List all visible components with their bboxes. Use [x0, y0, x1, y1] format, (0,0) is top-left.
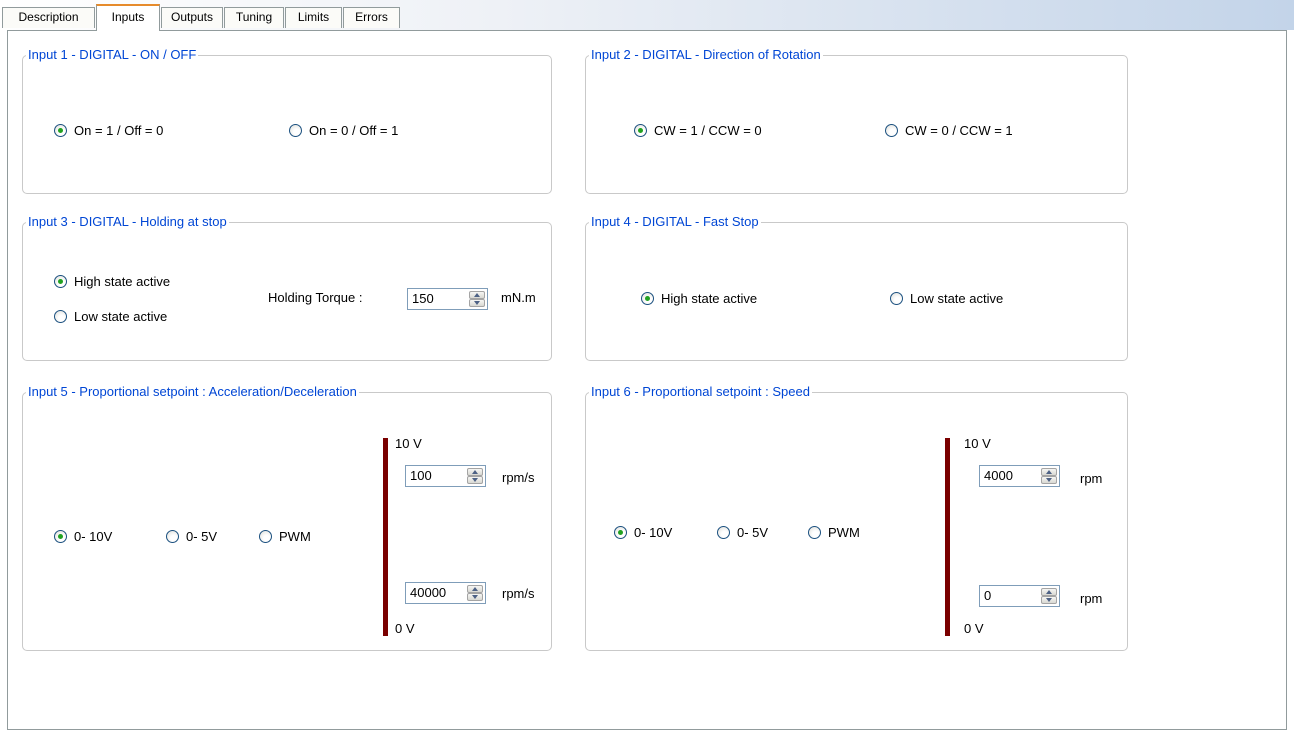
tab-outputs[interactable]: Outputs — [161, 7, 223, 28]
tab-strip: Description Inputs Outputs Tuning Limits… — [0, 0, 1294, 31]
input1-option-label: On = 0 / Off = 1 — [309, 123, 399, 138]
input5-high-value-spinbox[interactable]: 100 — [405, 465, 486, 487]
input5-low-value-spinbox[interactable]: 40000 — [405, 582, 486, 604]
radio-checked-icon — [54, 124, 67, 137]
input5-top-voltage: 10 V — [395, 436, 422, 451]
input6-high-value: 4000 — [984, 468, 1013, 483]
input2-title: Input 2 - DIGITAL - Direction of Rotatio… — [589, 47, 823, 63]
holding-torque-label: Holding Torque : — [268, 290, 363, 305]
input6-title: Input 6 - Proportional setpoint : Speed — [589, 384, 812, 400]
input5-title: Input 5 - Proportional setpoint : Accele… — [26, 384, 359, 400]
input6-option-label: 0- 10V — [634, 525, 673, 540]
input3-group: Input 3 - DIGITAL - Holding at stop High… — [22, 214, 552, 361]
input4-group: Input 4 - DIGITAL - Fast Stop High state… — [585, 214, 1128, 361]
input6-low-value: 0 — [984, 588, 992, 603]
spin-up-icon[interactable] — [1041, 468, 1057, 476]
input5-low-unit: rpm/s — [502, 586, 535, 601]
input6-bottom-voltage: 0 V — [964, 621, 984, 636]
radio-unchecked-icon — [166, 530, 179, 543]
input4-option-low[interactable]: Low state active — [890, 291, 1003, 306]
radio-checked-icon — [54, 530, 67, 543]
input6-option-label: PWM — [828, 525, 860, 540]
input4-option-label: Low state active — [910, 291, 1004, 306]
input6-option-0-5v[interactable]: 0- 5V — [717, 525, 768, 540]
input3-option-label: High state active — [74, 274, 171, 289]
radio-unchecked-icon — [289, 124, 302, 137]
radio-checked-icon — [54, 275, 67, 288]
radio-checked-icon — [634, 124, 647, 137]
input3-option-low[interactable]: Low state active — [54, 309, 167, 324]
tab-inputs[interactable]: Inputs — [96, 4, 160, 31]
spin-down-icon[interactable] — [1041, 476, 1057, 484]
holding-torque-value: 150 — [412, 291, 434, 306]
input1-option-on1-off0[interactable]: On = 1 / Off = 0 — [54, 123, 163, 138]
tab-limits[interactable]: Limits — [285, 7, 342, 28]
input5-high-value: 100 — [410, 468, 432, 483]
input6-option-label: 0- 5V — [737, 525, 769, 540]
spin-buttons — [467, 585, 483, 601]
radio-unchecked-icon — [808, 526, 821, 539]
holding-torque-unit: mN.m — [501, 290, 536, 305]
input2-option-cw0[interactable]: CW = 0 / CCW = 1 — [885, 123, 1013, 138]
radio-checked-icon — [614, 526, 627, 539]
input6-high-unit: rpm — [1080, 471, 1103, 486]
holding-torque-spinbox[interactable]: 150 — [407, 288, 488, 310]
input2-option-label: CW = 1 / CCW = 0 — [654, 123, 762, 138]
spin-up-icon[interactable] — [467, 585, 483, 593]
spin-up-icon[interactable] — [469, 291, 485, 299]
input6-option-0-10v[interactable]: 0- 10V — [614, 525, 672, 540]
input5-option-pwm[interactable]: PWM — [259, 529, 311, 544]
spin-down-icon[interactable] — [1041, 596, 1057, 604]
input4-title: Input 4 - DIGITAL - Fast Stop — [589, 214, 761, 230]
radio-unchecked-icon — [890, 292, 903, 305]
input3-title: Input 3 - DIGITAL - Holding at stop — [26, 214, 229, 230]
spin-buttons — [469, 291, 485, 307]
radio-unchecked-icon — [885, 124, 898, 137]
input1-title: Input 1 - DIGITAL - ON / OFF — [26, 47, 199, 63]
input5-option-label: 0- 10V — [74, 529, 113, 544]
spin-buttons — [467, 468, 483, 484]
radio-unchecked-icon — [54, 310, 67, 323]
spin-down-icon[interactable] — [467, 476, 483, 484]
input5-bottom-voltage: 0 V — [395, 621, 415, 636]
input6-group: Input 6 - Proportional setpoint : Speed … — [585, 384, 1128, 651]
voltage-scale-bar — [945, 438, 950, 636]
voltage-scale-bar — [383, 438, 388, 636]
radio-checked-icon — [641, 292, 654, 305]
tab-errors[interactable]: Errors — [343, 7, 400, 28]
input5-option-0-5v[interactable]: 0- 5V — [166, 529, 217, 544]
spin-buttons — [1041, 468, 1057, 484]
input5-option-label: PWM — [279, 529, 311, 544]
spin-down-icon[interactable] — [469, 299, 485, 307]
input5-high-unit: rpm/s — [502, 470, 535, 485]
spin-buttons — [1041, 588, 1057, 604]
input6-option-pwm[interactable]: PWM — [808, 525, 860, 540]
radio-unchecked-icon — [259, 530, 272, 543]
spin-down-icon[interactable] — [467, 593, 483, 601]
input5-low-value: 40000 — [410, 585, 447, 600]
spin-up-icon[interactable] — [467, 468, 483, 476]
input1-group: Input 1 - DIGITAL - ON / OFF On = 1 / Of… — [22, 47, 552, 194]
input5-group: Input 5 - Proportional setpoint : Accele… — [22, 384, 552, 651]
input5-option-0-10v[interactable]: 0- 10V — [54, 529, 112, 544]
input3-option-label: Low state active — [74, 309, 168, 324]
input1-option-label: On = 1 / Off = 0 — [74, 123, 164, 138]
input6-high-value-spinbox[interactable]: 4000 — [979, 465, 1060, 487]
spin-up-icon[interactable] — [1041, 588, 1057, 596]
input6-top-voltage: 10 V — [964, 436, 991, 451]
input2-group: Input 2 - DIGITAL - Direction of Rotatio… — [585, 47, 1128, 194]
input2-option-label: CW = 0 / CCW = 1 — [905, 123, 1013, 138]
input5-option-label: 0- 5V — [186, 529, 218, 544]
input4-option-high[interactable]: High state active — [641, 291, 757, 306]
tab-tuning[interactable]: Tuning — [224, 7, 284, 28]
input6-low-unit: rpm — [1080, 591, 1103, 606]
tab-description[interactable]: Description — [2, 7, 95, 28]
radio-unchecked-icon — [717, 526, 730, 539]
input6-low-value-spinbox[interactable]: 0 — [979, 585, 1060, 607]
input4-option-label: High state active — [661, 291, 758, 306]
input3-option-high[interactable]: High state active — [54, 274, 170, 289]
input1-option-on0-off1[interactable]: On = 0 / Off = 1 — [289, 123, 398, 138]
input2-option-cw1[interactable]: CW = 1 / CCW = 0 — [634, 123, 762, 138]
